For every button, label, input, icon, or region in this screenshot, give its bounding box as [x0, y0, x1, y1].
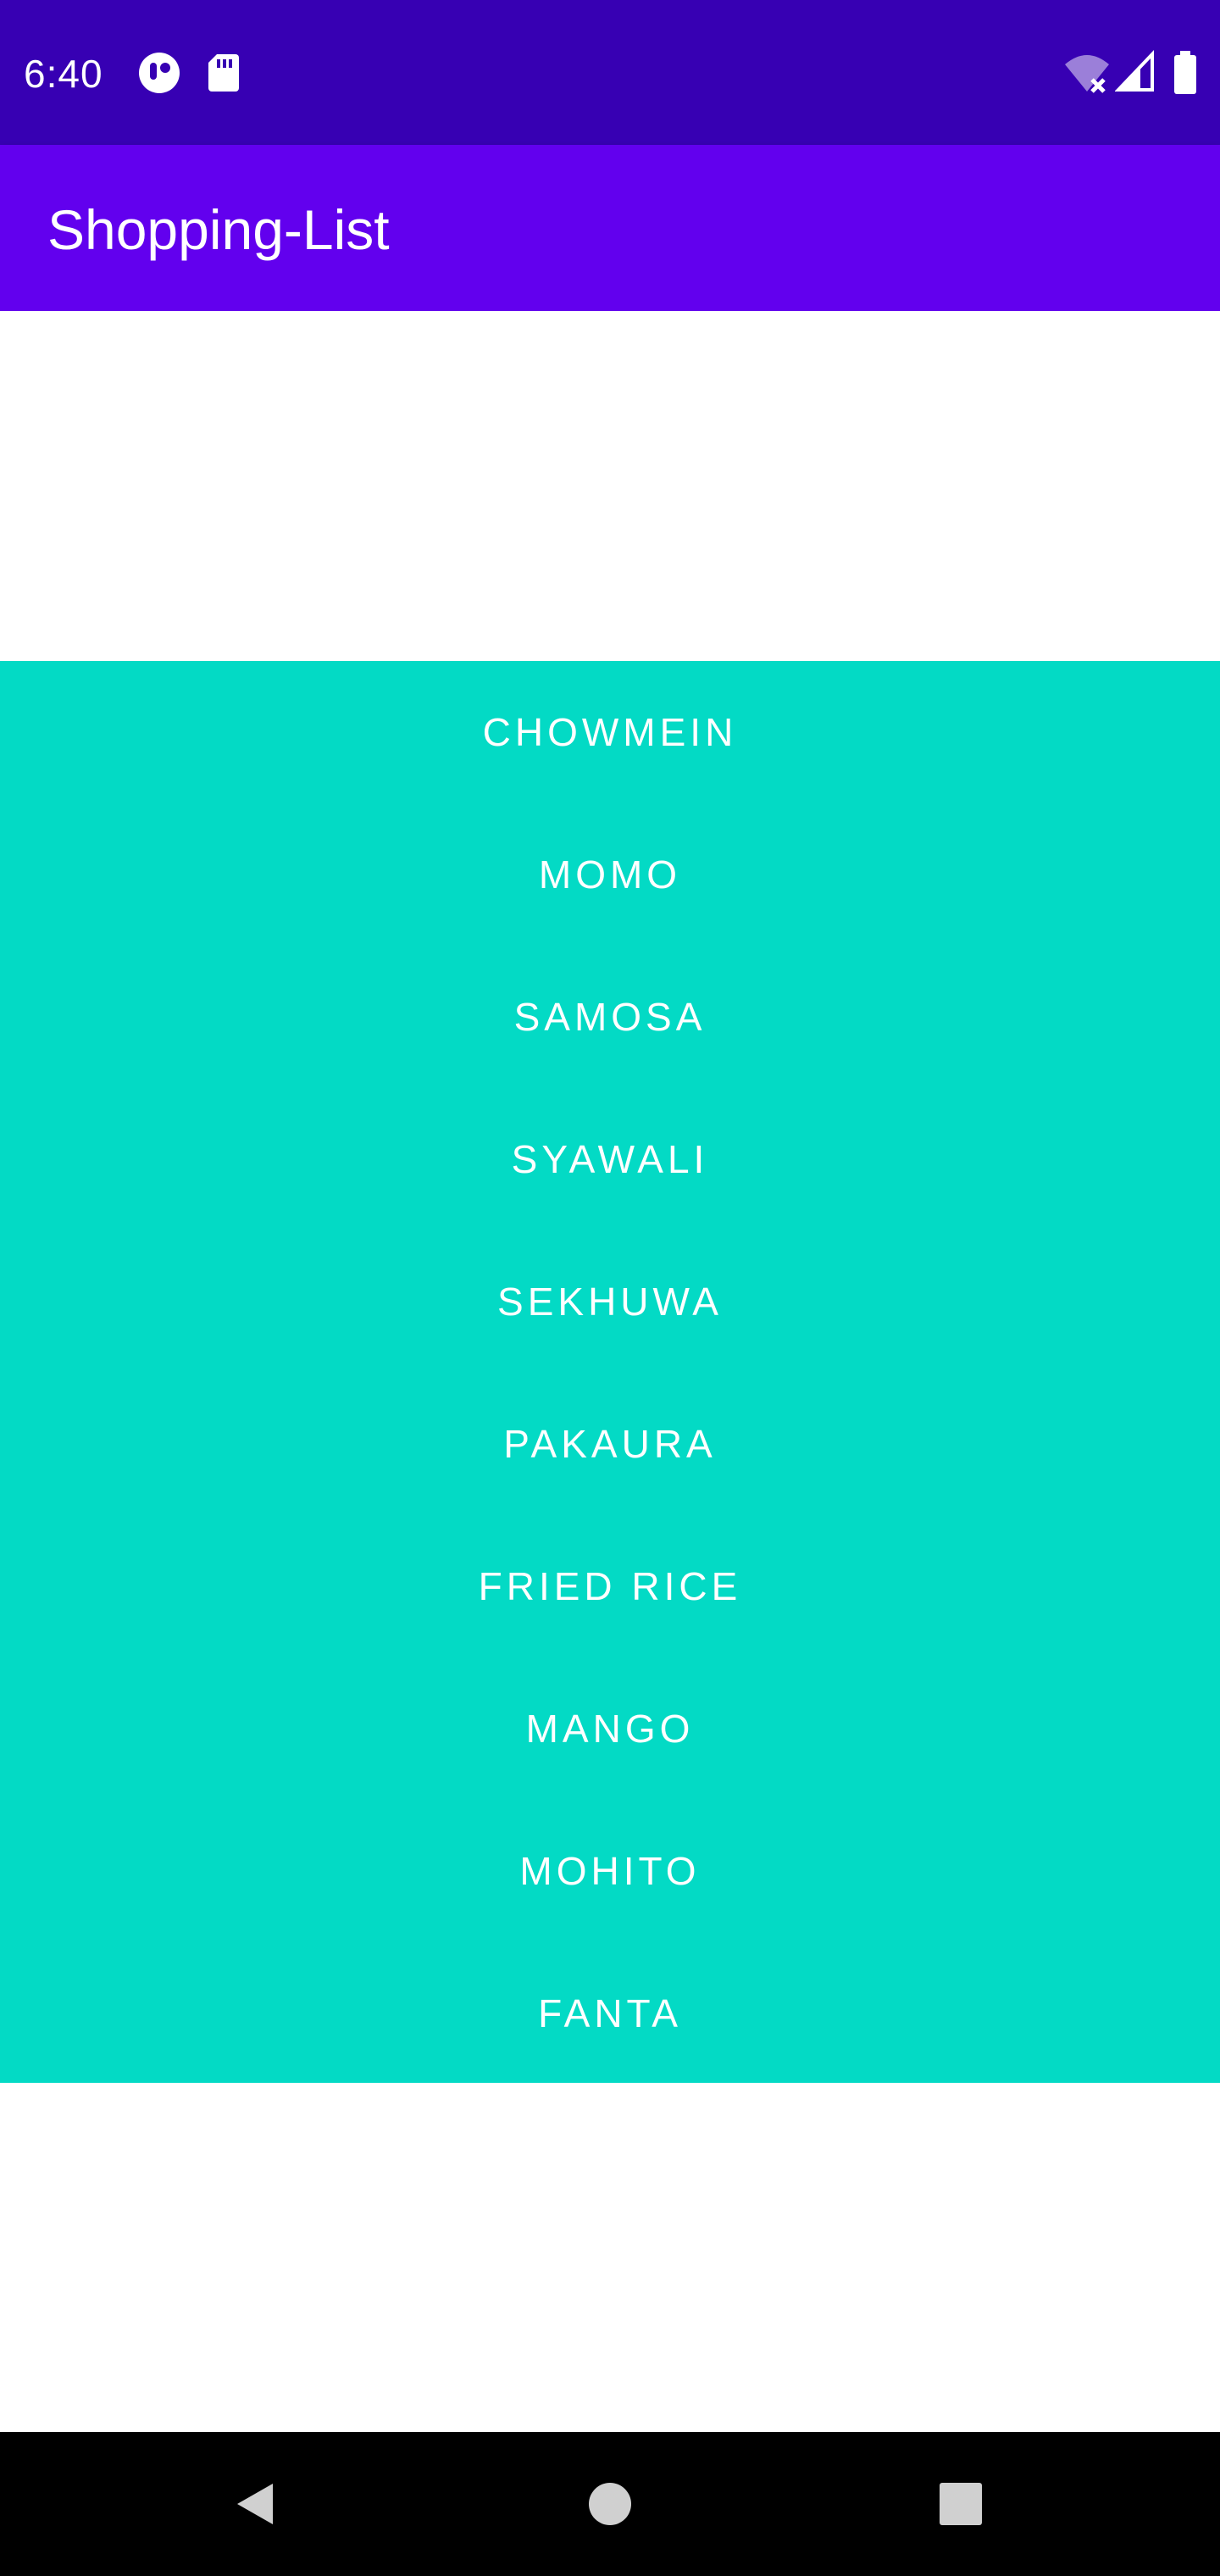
- list-item-label: SEKHUWA: [497, 1280, 723, 1324]
- list-item-pakaura[interactable]: PAKAURA: [0, 1373, 1220, 1515]
- sd-card-icon: [207, 49, 241, 97]
- list-item-chowmein[interactable]: CHOWMEIN: [0, 661, 1220, 803]
- app-title: Shopping-List: [47, 198, 390, 261]
- list-item-momo[interactable]: MOMO: [0, 803, 1220, 946]
- status-bar: 6:40: [0, 0, 1220, 145]
- wifi-off-icon: [1063, 49, 1111, 97]
- list-item-sekhuwa[interactable]: SEKHUWA: [0, 1230, 1220, 1373]
- main-content: CHOWMEIN MOMO SAMOSA SYAWALI SEKHUWA PAK…: [0, 311, 1220, 2432]
- list-item-label: MOMO: [538, 852, 682, 897]
- list-item-label: FANTA: [538, 1991, 682, 2035]
- list-item-samosa[interactable]: SAMOSA: [0, 946, 1220, 1088]
- battery-icon: [1173, 49, 1198, 97]
- cell-signal-icon: [1114, 49, 1156, 97]
- list-item-fanta[interactable]: FANTA: [0, 1942, 1220, 2085]
- list-item-label: PAKAURA: [503, 1422, 717, 1466]
- recents-icon[interactable]: [918, 2462, 1003, 2546]
- shopping-list: CHOWMEIN MOMO SAMOSA SYAWALI SEKHUWA PAK…: [0, 661, 1220, 2083]
- list-item-fried-rice[interactable]: FRIED RICE: [0, 1515, 1220, 1657]
- list-item-label: MOHITO: [519, 1849, 701, 1893]
- list-item-label: CHOWMEIN: [482, 710, 738, 754]
- list-item-label: SAMOSA: [513, 995, 707, 1039]
- back-icon[interactable]: [212, 2462, 297, 2546]
- list-item-label: FRIED RICE: [478, 1564, 742, 1608]
- list-item-mohito[interactable]: MOHITO: [0, 1800, 1220, 1942]
- assistant-icon: [136, 49, 183, 97]
- home-icon[interactable]: [568, 2462, 652, 2546]
- list-item-syawali[interactable]: SYAWALI: [0, 1088, 1220, 1230]
- system-nav-bar: [0, 2432, 1220, 2576]
- list-item-label: MANGO: [525, 1707, 695, 1751]
- list-item-mango[interactable]: MANGO: [0, 1657, 1220, 1800]
- phone-screen: 6:40 Shopping-List CHOWMEIN MOMO SAMOSA …: [0, 0, 1220, 2576]
- app-bar: Shopping-List: [0, 145, 1220, 311]
- list-item-label: SYAWALI: [511, 1137, 709, 1181]
- status-time: 6:40: [24, 52, 103, 96]
